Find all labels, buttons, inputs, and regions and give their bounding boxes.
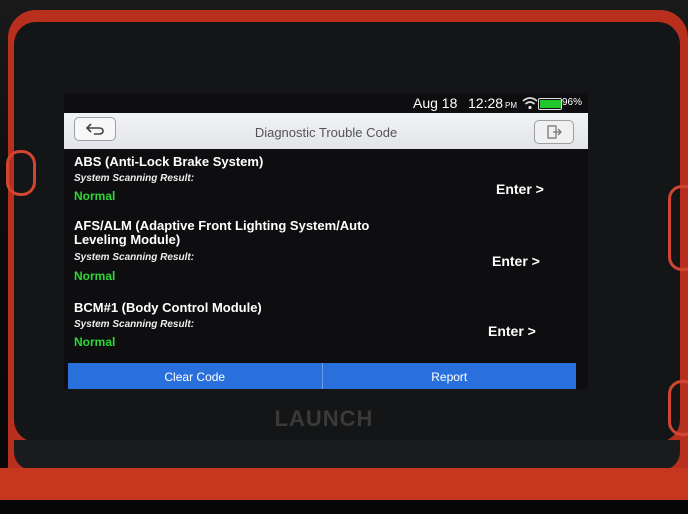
enter-button[interactable]: Enter > [492,253,540,269]
action-bar: Clear Code Report [68,363,576,389]
exit-button[interactable] [534,120,574,144]
battery-icon [538,98,562,110]
side-button-left [6,150,36,196]
exit-icon [547,125,562,139]
system-name: BCM#1 (Body Control Module) [74,300,262,315]
system-item-afs-alm[interactable]: AFS/ALM (Adaptive Front Lighting System/… [64,218,588,284]
system-scan-label: System Scanning Result: [74,173,195,184]
system-name: AFS/ALM (Adaptive Front Lighting System/… [74,218,370,247]
title-bar: Diagnostic Trouble Code [64,113,588,149]
device-bezel-bottom [14,440,680,470]
system-name: ABS (Anti-Lock Brake System) [74,154,264,169]
clear-code-button[interactable]: Clear Code [68,363,322,389]
device-case-bottom [0,468,688,500]
launch-logo: LAUNCH [274,406,374,431]
system-item-bcm1[interactable]: BCM#1 (Body Control Module) System Scann… [64,301,588,355]
status-date: Aug 18 [413,95,458,111]
battery-fill [540,100,562,108]
battery-percent: 96% [562,97,583,108]
system-status: Normal [74,269,116,283]
enter-button[interactable]: Enter > [488,323,536,339]
system-status: Normal [74,189,116,203]
page-title: Diagnostic Trouble Code [254,125,398,140]
status-time: 12:28 PM [468,95,518,111]
side-button-right-bottom [668,380,688,436]
system-list: ABS (Anti-Lock Brake System) System Scan… [64,149,588,357]
system-scan-label: System Scanning Result: [74,252,195,263]
status-bar: Aug 18 12:28 PM 96% [64,93,588,113]
wifi-icon [522,97,538,110]
system-scan-label: System Scanning Result: [74,319,195,330]
system-status: Normal [74,335,116,349]
system-item-abs[interactable]: ABS (Anti-Lock Brake System) System Scan… [64,155,588,209]
device-screen: Aug 18 12:28 PM 96% Diagnostic Trouble Co… [64,93,588,389]
side-button-right-top [668,185,688,271]
report-button[interactable]: Report [321,363,576,389]
enter-button[interactable]: Enter > [496,181,544,197]
